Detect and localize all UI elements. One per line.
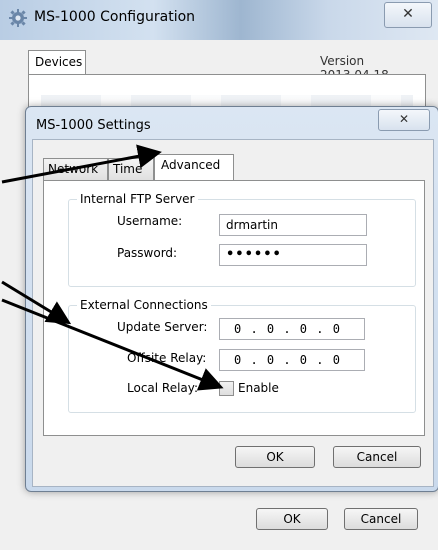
enable-checkbox[interactable]	[219, 381, 234, 396]
outer-ok-button[interactable]: OK	[256, 508, 328, 530]
password-label: Password:	[117, 246, 178, 260]
offsite-relay-ip-field[interactable]: 0 . 0 . 0 . 0	[219, 349, 365, 371]
dialog-title: MS-1000 Settings	[36, 118, 151, 133]
username-field[interactable]: drmartin	[219, 214, 367, 236]
dialog-cancel-button[interactable]: Cancel	[333, 446, 421, 468]
update-server-label: Update Server:	[117, 320, 208, 334]
window-title: MS-1000 Configuration	[34, 9, 196, 25]
window-title-bar: MS-1000 Configuration ✕	[0, 0, 438, 40]
advanced-panel: Internal FTP Server Username: drmartin P…	[43, 180, 425, 436]
username-label: Username:	[117, 214, 183, 228]
gear-icon	[9, 9, 27, 27]
dialog-body: Network Time Advanced Internal FTP Serve…	[32, 139, 434, 487]
close-icon[interactable]: ✕	[378, 109, 430, 131]
update-server-ip-field[interactable]: 0 . 0 . 0 . 0	[219, 318, 365, 340]
ftp-group-legend: Internal FTP Server	[77, 192, 198, 206]
local-relay-label: Local Relay:	[127, 381, 199, 395]
settings-dialog: MS-1000 Settings ✕ Network Time Advanced…	[25, 106, 438, 492]
outer-cancel-button[interactable]: Cancel	[344, 508, 418, 530]
tab-time[interactable]: Time	[108, 158, 154, 180]
offsite-relay-label: Offsite Relay:	[127, 351, 207, 365]
external-group-legend: External Connections	[77, 298, 211, 312]
tab-devices[interactable]: Devices	[28, 50, 86, 74]
tab-network[interactable]: Network	[43, 158, 108, 180]
external-connections-group: External Connections Update Server: 0 . …	[68, 298, 416, 413]
close-icon[interactable]: ✕	[384, 2, 432, 28]
tab-advanced[interactable]: Advanced	[154, 154, 234, 180]
ftp-server-group: Internal FTP Server Username: drmartin P…	[68, 192, 416, 287]
dialog-ok-button[interactable]: OK	[235, 446, 315, 468]
password-field[interactable]: ••••••	[219, 244, 367, 266]
enable-label: Enable	[238, 381, 279, 395]
